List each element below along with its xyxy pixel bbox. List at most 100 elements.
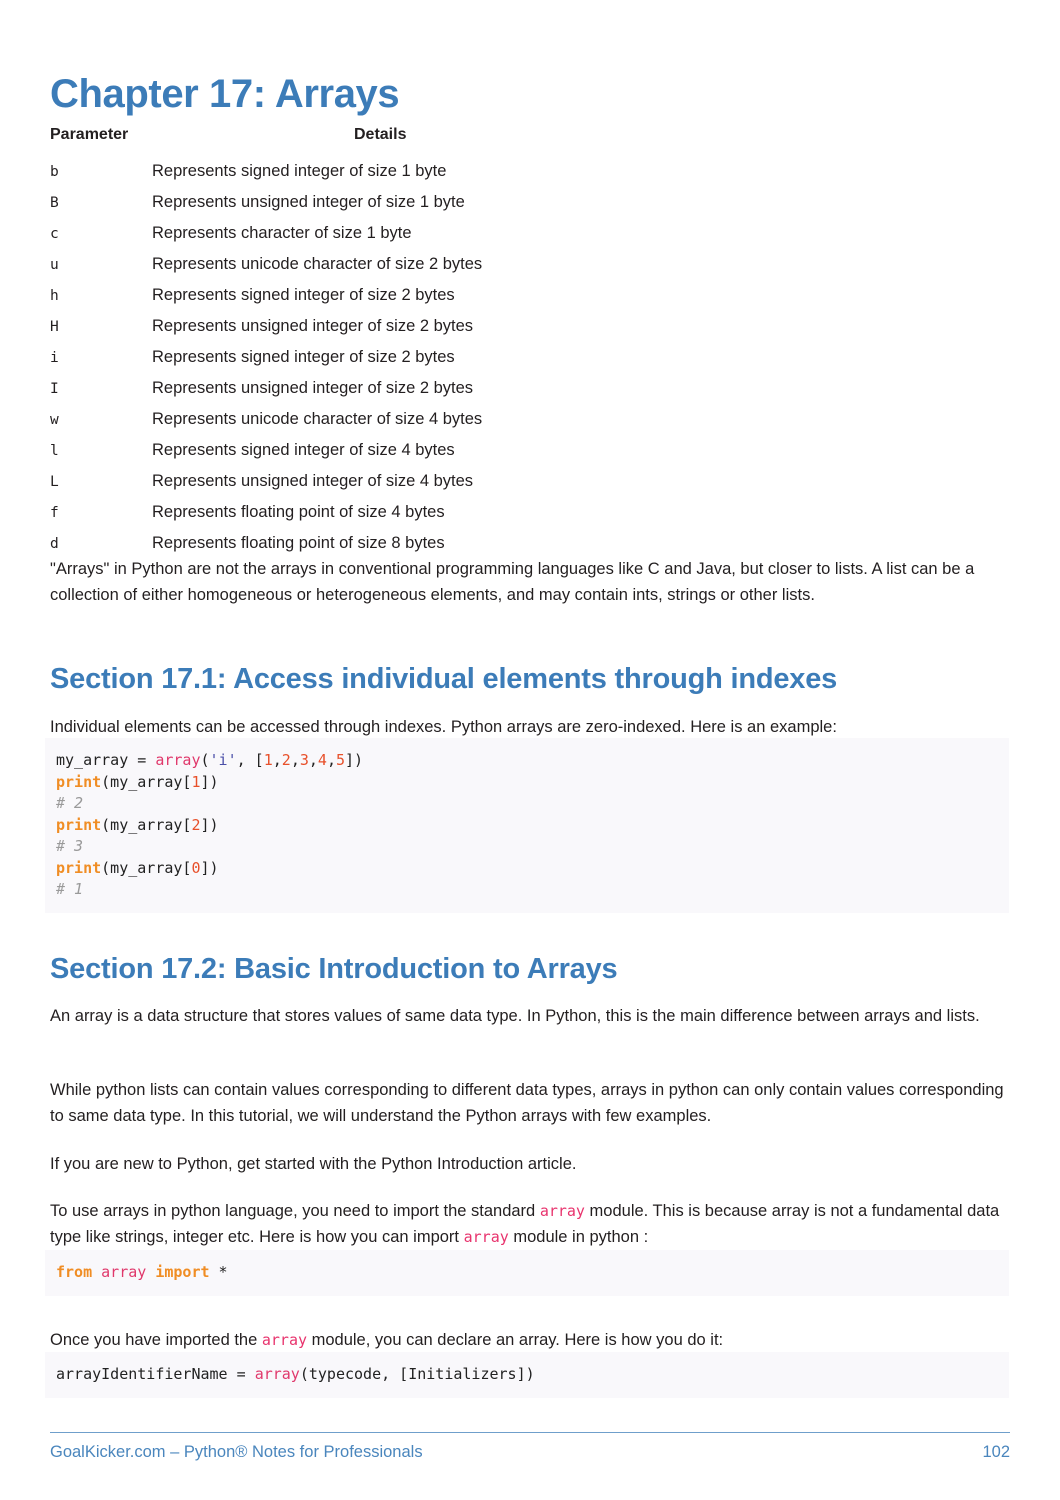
footer-page-number: 102 <box>982 1443 1010 1461</box>
code-token-plain: , [ <box>236 751 264 769</box>
code-token-plain: ]) <box>345 751 364 769</box>
cell-details: Represents character of size 1 byte <box>152 224 412 242</box>
table-row: h Represents signed integer of size 2 byt… <box>50 280 1010 311</box>
footer-divider <box>50 1432 1010 1433</box>
code-line: print(my_array[0]) <box>56 858 1009 880</box>
code-line: arrayIdentifierName = array(typecode, [I… <box>56 1364 1009 1386</box>
table-row: l Represents signed integer of size 4 byt… <box>50 435 1010 466</box>
cell-details: Represents unsigned integer of size 2 by… <box>152 379 474 397</box>
code-line: # 3 <box>56 836 1009 858</box>
code-token-kw: from <box>56 1263 93 1281</box>
inline-code-array-3: array <box>261 1330 308 1349</box>
cell-parameter: l <box>50 443 59 459</box>
code-token-plain: = <box>236 1365 255 1383</box>
document-page: Chapter 17: Arrays Parameter Details b Re… <box>0 0 1060 1500</box>
cell-details: Represents unsigned integer of size 4 by… <box>152 472 474 490</box>
table-row: i Represents signed integer of size 2 byt… <box>50 342 1010 373</box>
code-token-plain: (typecode, [Initializers]) <box>299 1365 535 1383</box>
section-17-2-paragraph-5: Once you have imported the array module,… <box>50 1327 1010 1354</box>
code-line: # 2 <box>56 793 1009 815</box>
paragraph-text-fragment: module in python : <box>508 1228 649 1246</box>
cell-parameter: H <box>50 319 59 335</box>
cell-details: Represents unsigned integer of size 2 by… <box>152 317 474 335</box>
inline-code-array-2: array <box>463 1228 509 1246</box>
column-header-parameter: Parameter <box>50 126 129 143</box>
table-row: u Represents unicode character of size 2 … <box>50 249 1010 280</box>
code-token-cmt: # 2 <box>56 794 84 812</box>
code-token-num: 4 <box>317 751 327 769</box>
cell-details: Represents signed integer of size 2 byte… <box>152 348 455 366</box>
table-row: I Represents unsigned integer of size 2 b… <box>50 373 1010 404</box>
section-17-2-paragraph-1: An array is a data structure that stores… <box>50 1006 980 1025</box>
code-block-from-array-import: from array import * <box>45 1250 1009 1296</box>
code-token-num: 3 <box>299 751 309 769</box>
code-line: print(my_array[2]) <box>56 815 1009 837</box>
code-token-fn: print <box>56 858 102 877</box>
code-token-plain: = <box>137 751 156 769</box>
footer-attribution: GoalKicker.com – Python® Notes for Profe… <box>50 1443 423 1461</box>
code-token-fn: print <box>56 815 102 834</box>
table-row: w Represents unicode character of size 4 … <box>50 404 1010 435</box>
code-token-plain: (my_array[ <box>101 815 192 834</box>
code-token-name: array <box>254 1365 300 1383</box>
table-body: b Represents signed integer of size 1 byt… <box>50 156 1010 559</box>
cell-details: Represents signed integer of size 4 byte… <box>152 441 455 459</box>
code-token-plain: (my_array[ <box>101 858 192 877</box>
code-token-plain: , <box>272 751 282 769</box>
code-token-name: array <box>155 751 201 769</box>
cell-parameter: c <box>50 226 59 242</box>
code-token-plain: , <box>308 751 318 769</box>
cell-parameter: L <box>50 474 59 490</box>
cell-parameter: w <box>50 412 59 428</box>
table-row: c Represents character of size 1 byte <box>50 218 1010 249</box>
cell-parameter: u <box>50 257 59 273</box>
code-line: # 1 <box>56 879 1009 901</box>
paragraph-text-fragment: To use arrays in python language, you ne… <box>50 1201 540 1220</box>
table-row: b Represents signed integer of size 1 byt… <box>50 156 1010 187</box>
code-block-array-indexing: my_array = array('i', [1,2,3,4,5]) print(… <box>45 738 1009 913</box>
section-17-2-paragraph-4: To use arrays in python language, you ne… <box>50 1198 1010 1251</box>
cell-details: Represents unsigned integer of size 1 by… <box>152 193 465 211</box>
code-line: print(my_array[1]) <box>56 772 1009 794</box>
cell-parameter: i <box>50 350 59 366</box>
code-token-num: 5 <box>335 751 345 769</box>
cell-parameter: f <box>50 505 59 521</box>
intro-paragraph: "Arrays" in Python are not the arrays in… <box>50 559 975 605</box>
code-token-plain: * <box>209 1263 228 1281</box>
section-17-2-paragraph-2: While python lists can contain values co… <box>50 1080 1004 1126</box>
cell-parameter: h <box>50 288 59 304</box>
code-token-num: 0 <box>191 858 201 877</box>
code-token-plain: ( <box>200 751 210 769</box>
code-token-num: 1 <box>263 751 273 769</box>
section-heading-17-2: Section 17.2: Basic Introduction to Arra… <box>50 953 618 986</box>
code-token-plain: arrayIdentifierName <box>56 1365 237 1383</box>
column-header-details: Details <box>354 126 407 143</box>
code-token-name: array <box>101 1263 147 1281</box>
code-token-plain: , <box>326 751 336 769</box>
code-token-plain: ]) <box>200 772 219 791</box>
code-line: my_array = array('i', [1,2,3,4,5]) <box>56 750 1009 772</box>
table-row: B Represents unsigned integer of size 1 b… <box>50 187 1010 218</box>
cell-parameter: d <box>50 536 59 552</box>
code-block-array-declaration: arrayIdentifierName = array(typecode, [I… <box>45 1352 1009 1398</box>
page-title: Chapter 17: Arrays <box>50 71 400 116</box>
section-17-2-paragraph-3: If you are new to Python, get started wi… <box>50 1154 577 1173</box>
paragraph-text-fragment: module, you can declare an array. Here i… <box>307 1330 724 1349</box>
code-token-cmt: # 3 <box>56 837 84 855</box>
code-line: from array import * <box>56 1262 1009 1284</box>
table-row: L Represents unsigned integer of size 4 b… <box>50 466 1010 497</box>
section-heading-17-1: Section 17.1: Access individual elements… <box>50 663 838 696</box>
code-token-plain: , <box>290 751 300 769</box>
table-header-row: Parameter Details <box>50 126 1010 156</box>
parameter-details-table: Parameter Details b Represents signed int… <box>50 126 1010 559</box>
cell-parameter: B <box>50 195 59 211</box>
code-token-fn: print <box>56 772 102 791</box>
cell-parameter: b <box>50 164 59 180</box>
table-row: f Represents floating point of size 4 byt… <box>50 497 1010 528</box>
code-token-cmt: # 1 <box>56 880 84 898</box>
cell-parameter: I <box>50 381 59 397</box>
code-token-num: 2 <box>281 751 291 769</box>
table-row: H Represents unsigned integer of size 2 b… <box>50 311 1010 342</box>
section-17-1-intro: Individual elements can be accessed thro… <box>50 717 837 736</box>
